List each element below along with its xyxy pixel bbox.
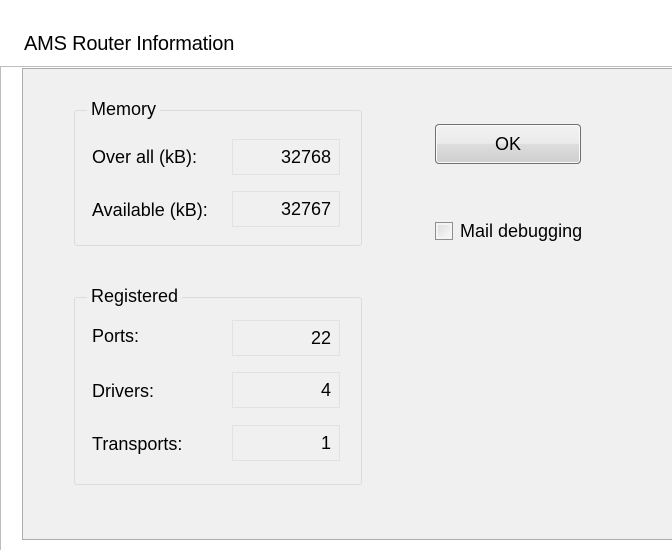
memory-groupbox-legend: Memory [87, 99, 161, 120]
dialog-window: AMS Router Information Memory Over all (… [0, 0, 672, 550]
transports-label: Transports: [92, 434, 183, 454]
registered-groupbox-legend: Registered [87, 286, 183, 307]
overall-label: Over all (kB): [92, 147, 198, 167]
mail-debugging-label[interactable]: Mail debugging [460, 221, 582, 242]
available-label: Available (kB): [92, 200, 208, 220]
ok-button[interactable]: OK [435, 124, 581, 164]
ports-label: Ports: [92, 326, 140, 346]
mail-debugging-checkbox[interactable] [435, 222, 453, 240]
ports-value-field: 22 [232, 320, 340, 356]
transports-value-field: 1 [232, 425, 340, 461]
mail-debugging-option[interactable]: Mail debugging [435, 218, 582, 244]
window-title: AMS Router Information [24, 33, 235, 55]
drivers-value-field: 4 [232, 372, 340, 408]
available-value-field: 32767 [232, 191, 340, 227]
drivers-label: Drivers: [92, 381, 154, 401]
overall-value-field: 32768 [232, 139, 340, 175]
